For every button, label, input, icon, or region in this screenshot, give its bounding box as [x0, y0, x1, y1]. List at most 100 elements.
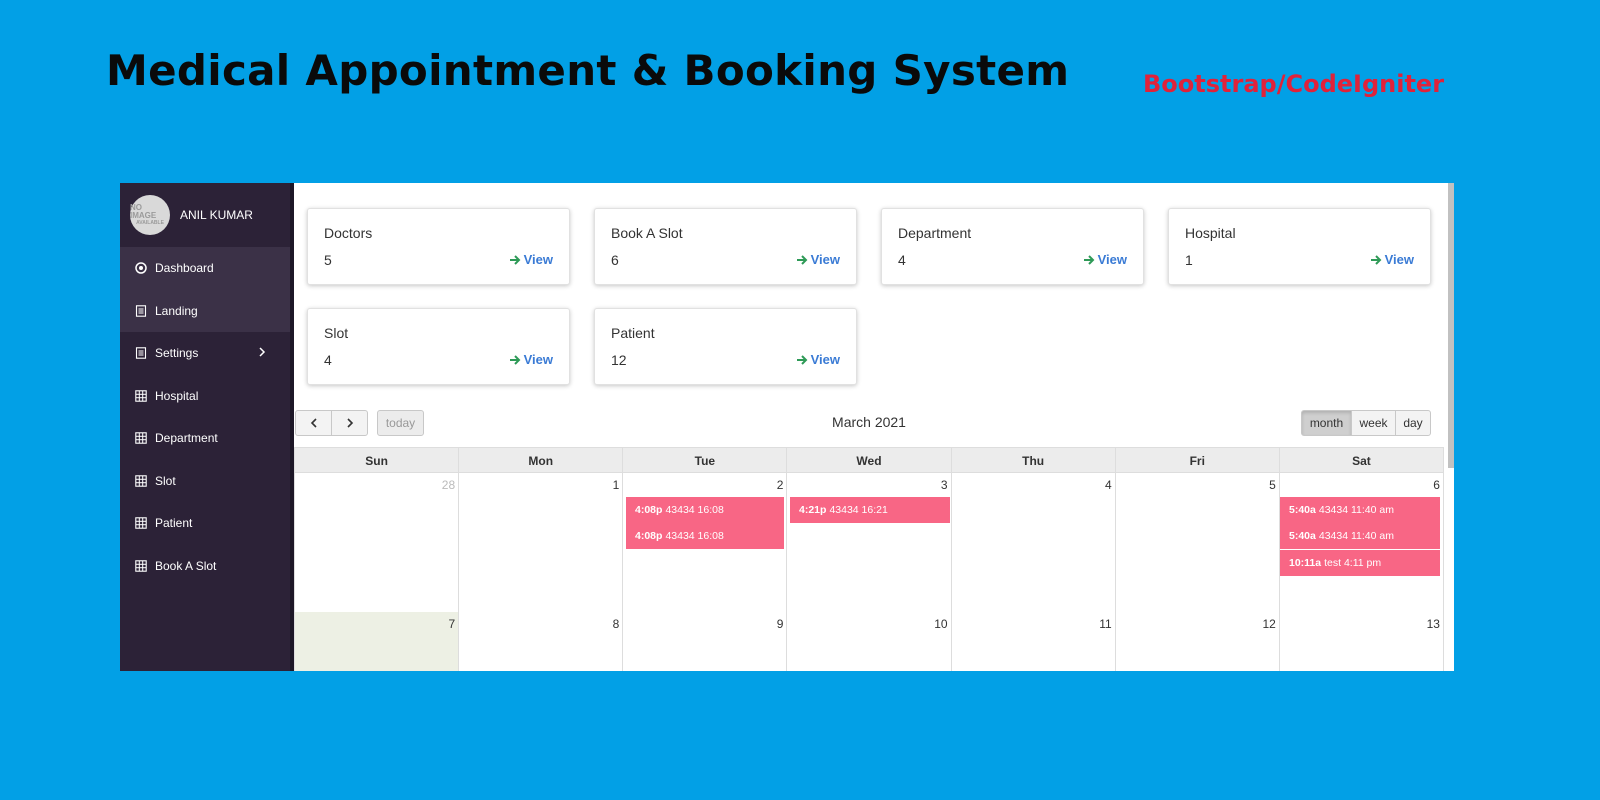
user-profile[interactable]: NO IMAGE AVAILABLE ANIL KUMAR	[120, 183, 290, 247]
card-patient: Patient 12 View	[594, 308, 857, 385]
card-view-link[interactable]: View	[509, 352, 553, 367]
sidebar-item-settings[interactable]: Settings	[120, 332, 290, 375]
day-cell[interactable]: 3	[786, 473, 950, 612]
day-number: 6	[1433, 478, 1440, 492]
card-title: Slot	[324, 325, 349, 341]
view-week-button[interactable]: week	[1351, 410, 1396, 436]
sidebar-item-department[interactable]: Department	[120, 417, 290, 460]
card-link-label: View	[523, 352, 553, 367]
day-cell[interactable]: 9	[622, 612, 786, 671]
day-cell[interactable]: 28	[295, 473, 458, 612]
weekday-label: Wed	[786, 448, 950, 472]
day-cell[interactable]: 13	[1278, 612, 1443, 671]
card-title: Hospital	[1185, 225, 1236, 241]
sidebar-item-label: Slot	[155, 473, 176, 488]
event-title: 43434 16:08	[665, 504, 724, 516]
card-value: 1	[1185, 252, 1193, 268]
day-number: 3	[940, 478, 948, 492]
view-month-button[interactable]: month	[1301, 410, 1352, 436]
app-window: NO IMAGE AVAILABLE ANIL KUMAR Dashboard …	[120, 183, 1454, 671]
sidebar-item-label: Hospital	[155, 388, 199, 403]
event-time: 4:21p	[799, 504, 827, 516]
card-view-link[interactable]: View	[1370, 252, 1414, 267]
sidebar-item-patient[interactable]: Patient	[120, 502, 290, 545]
avatar-small-text: AVAILABLE	[136, 220, 164, 226]
day-cell[interactable]: 1	[458, 473, 622, 612]
table-icon	[135, 475, 147, 487]
day-number: 8	[612, 617, 620, 631]
view-day-button[interactable]: day	[1395, 410, 1431, 436]
card-link-label: View	[1097, 252, 1127, 267]
card-value: 12	[611, 352, 627, 368]
calendar-grid: Sun Mon Tue Wed Thu Fri Sat 28 1 2 3 4 5…	[294, 447, 1444, 671]
day-number: 4	[1105, 478, 1112, 492]
card-view-link[interactable]: View	[796, 352, 840, 367]
day-number: 11	[1099, 617, 1112, 631]
sidebar-item-slot[interactable]: Slot	[120, 460, 290, 503]
day-cell[interactable]: 10	[786, 612, 950, 671]
avatar: NO IMAGE AVAILABLE	[130, 195, 170, 235]
day-cell[interactable]: 12	[1114, 612, 1279, 671]
card-title: Department	[898, 225, 972, 241]
arrow-right-icon	[509, 254, 521, 265]
calendar-event[interactable]: 5:40a 43434 11:40 am	[1280, 523, 1440, 549]
document-icon	[135, 347, 147, 359]
calendar-event[interactable]: 4:21p 43434 16:21	[790, 497, 950, 523]
sidebar-item-book-a-slot[interactable]: Book A Slot	[120, 545, 290, 588]
event-title: 43434 11:40 am	[1318, 504, 1394, 516]
calendar-weekday-header: Sun Mon Tue Wed Thu Fri Sat	[294, 447, 1444, 473]
dashboard-icon	[135, 262, 147, 274]
day-number: 9	[776, 617, 784, 631]
sidebar-item-label: Landing	[155, 303, 198, 318]
day-number: 2	[776, 478, 784, 492]
document-icon	[135, 305, 147, 317]
card-title: Patient	[611, 325, 655, 341]
day-cell[interactable]: 8	[458, 612, 622, 671]
calendar-event[interactable]: 10:11a test 4:11 pm	[1280, 550, 1440, 576]
card-doctors: Doctors 5 View	[307, 208, 570, 285]
sidebar-item-landing[interactable]: Landing	[120, 289, 290, 332]
event-time: 4:08p	[635, 504, 663, 516]
card-value: 4	[324, 352, 332, 368]
event-time: 5:40a	[1289, 504, 1316, 516]
weekday-label: Fri	[1114, 448, 1279, 472]
card-book-a-slot: Book A Slot 6 View	[594, 208, 857, 285]
calendar-toolbar: today March 2021 month week day	[294, 410, 1444, 438]
event-title: 43434 11:40 am	[1318, 530, 1394, 542]
weekday-label: Thu	[950, 448, 1115, 472]
day-cell-today[interactable]: 7	[295, 612, 459, 671]
event-title: 43434 16:21	[829, 504, 888, 516]
calendar-event[interactable]: 4:08p 43434 16:08	[626, 497, 784, 523]
weekday-label: Mon	[458, 448, 622, 472]
day-number: 13	[1426, 617, 1440, 631]
scrollbar[interactable]	[1448, 183, 1454, 468]
sidebar-item-label: Dashboard	[155, 261, 214, 276]
event-time: 4:08p	[635, 530, 663, 542]
sidebar-item-dashboard[interactable]: Dashboard	[120, 247, 290, 290]
calendar-week-row: 7 8 9 10 11 12 13	[294, 612, 1444, 671]
calendar-week-row: 28 1 2 3 4 5 6 4:08p 43434 16:08 4:08p 434…	[294, 473, 1444, 612]
table-icon	[135, 560, 147, 572]
calendar-event[interactable]: 4:08p 43434 16:08	[626, 523, 784, 549]
table-icon	[135, 517, 147, 529]
event-time: 10:11a	[1289, 557, 1322, 569]
table-icon	[135, 390, 147, 402]
day-cell[interactable]: 4	[950, 473, 1115, 612]
day-number: 5	[1269, 478, 1276, 492]
card-view-link[interactable]: View	[509, 252, 553, 267]
weekday-label: Sat	[1278, 448, 1443, 472]
day-number: 28	[441, 478, 456, 492]
sidebar-item-label: Book A Slot	[155, 558, 217, 573]
card-title: Doctors	[324, 225, 373, 241]
day-cell[interactable]: 11	[950, 612, 1115, 671]
card-view-link[interactable]: View	[1083, 252, 1127, 267]
sidebar-item-label: Settings	[155, 346, 199, 361]
day-cell[interactable]: 5	[1114, 473, 1279, 612]
arrow-right-icon	[796, 254, 808, 265]
card-view-link[interactable]: View	[796, 252, 840, 267]
card-value: 6	[611, 252, 619, 268]
calendar-event[interactable]: 5:40a 43434 11:40 am	[1280, 497, 1440, 523]
card-value: 5	[324, 252, 332, 268]
card-link-label: View	[523, 252, 553, 267]
sidebar-item-hospital[interactable]: Hospital	[120, 375, 290, 418]
